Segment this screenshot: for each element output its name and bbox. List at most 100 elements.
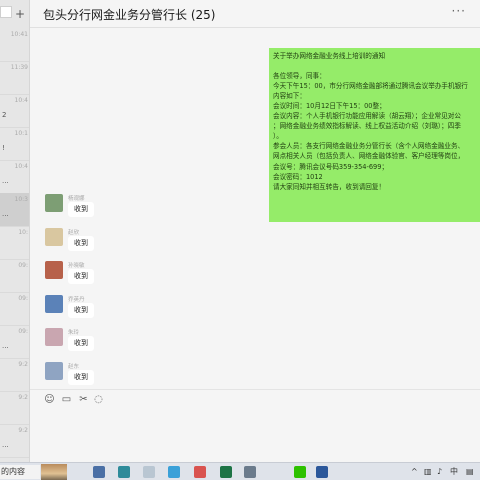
chat-list-item[interactable]: 09: <box>0 259 29 293</box>
chat-list-item[interactable]: 9:2... <box>0 424 29 458</box>
chat-list-time: 10:4 <box>14 163 28 170</box>
chat-list-item[interactable]: 10:4 2 <box>0 94 29 128</box>
chevron-up-icon[interactable]: ^ <box>411 466 418 478</box>
chat-list-snippet: ... <box>2 210 9 218</box>
chat-list-item[interactable]: 10:3... <box>0 193 29 227</box>
message-line: 关于举办网络金融业务线上培训的通知 <box>273 52 386 60</box>
message-line: ；网络金融业务绩效指标解读、线上权益活动介绍（刘璐）；四季 <box>273 122 461 131</box>
chat-list-time: 09: <box>18 295 28 302</box>
incoming-message: 杨观娜 收到 <box>45 194 185 226</box>
message-line: 今天下午15：00，市分行网络金融部将通过腾讯会议举办手机银行 <box>273 82 468 91</box>
message-line: 会议时间：10月12日下午15：00整； <box>273 102 386 111</box>
chat-list-snippet: ... <box>2 342 9 350</box>
calculator-icon[interactable] <box>93 466 105 478</box>
photos-icon[interactable] <box>118 466 130 478</box>
chat-bubble-icon[interactable]: ◌ <box>92 393 105 406</box>
message-input[interactable] <box>30 409 480 462</box>
chat-list-time: 09: <box>18 262 28 269</box>
message-line: 参会人员：各支行网络金融业务分管行长（含个人网络金融业务、 <box>273 142 465 151</box>
word-icon[interactable] <box>316 466 328 478</box>
more-horizontal-icon[interactable]: ··· <box>452 4 466 18</box>
chat-list-item[interactable]: 09:... <box>0 325 29 359</box>
chat-list-time: 10:1 <box>14 130 28 137</box>
volume-icon[interactable]: ♪ <box>437 466 442 478</box>
chat-list-item[interactable]: 11:39 <box>0 61 29 95</box>
media-icon[interactable] <box>194 466 206 478</box>
incoming-message-bubble[interactable]: 收到 <box>68 336 94 352</box>
incoming-message: 乔英丹 收到 <box>45 294 185 327</box>
chat-list-time: 11:39 <box>10 64 28 71</box>
chat-list-item[interactable]: 9:2 <box>0 358 29 392</box>
chat-list-time: 9:2 <box>18 394 28 401</box>
chat-list-time: 9:2 <box>18 361 28 368</box>
message-line: 会议号：腾讯会议号码359-354-699； <box>273 162 389 171</box>
message-line: 会议内容：个人手机银行功能应用解读（胡云翔）；企业常见对公 <box>273 112 461 121</box>
store-icon[interactable] <box>168 466 180 478</box>
sender-name: 孙晓敏 <box>68 263 85 270</box>
sender-name: 杨观娜 <box>68 196 85 202</box>
message-line: ）。 <box>273 132 283 141</box>
incoming-message-bubble[interactable]: 收到 <box>68 302 94 318</box>
chat-list-item[interactable]: 10:1! <box>0 127 29 161</box>
chat-list-snippet: 2 <box>2 111 7 119</box>
incoming-message-bubble[interactable]: 收到 <box>68 370 94 385</box>
incoming-message-bubble[interactable]: 收到 <box>68 235 94 251</box>
chat-list-time: 9:2 <box>18 427 28 434</box>
chat-list-item[interactable]: 10:4... <box>0 160 29 194</box>
avatar[interactable] <box>45 362 63 380</box>
chat-header: 包头分行网金业务分管行长 (25) ··· <box>30 0 480 28</box>
wechat-icon[interactable] <box>294 466 306 478</box>
avatar[interactable] <box>45 328 63 347</box>
plus-icon[interactable]: + <box>14 8 26 20</box>
chat-list-snippet: ... <box>2 177 9 185</box>
chat-list: + 10:41 11:39 10:4 2 10:1! 10:4... 10:3... 10: 0… <box>0 0 30 462</box>
ime-icon[interactable]: 中 <box>450 466 458 478</box>
chat-messages: 关于举办网络金融业务线上培训的通知 各位领导，同事： 今天下午15：00，市分行网络… <box>30 29 480 389</box>
message-line: 请大家同知并相互转告，收到请回复！ <box>273 182 386 191</box>
incoming-message: 赵欣 收到 <box>45 227 185 260</box>
incoming-message-bubble[interactable]: 收到 <box>68 202 94 217</box>
sender-name: 赵东 <box>68 364 80 370</box>
avatar[interactable] <box>45 194 63 212</box>
chat-list-time: 10: <box>18 229 28 236</box>
network-icon[interactable]: ▥ <box>424 466 432 478</box>
avatar[interactable] <box>45 294 63 313</box>
avatar[interactable] <box>45 261 63 280</box>
outgoing-message-bubble[interactable]: 关于举办网络金融业务线上培训的通知 各位领导，同事： 今天下午15：00，市分行网络… <box>269 48 480 222</box>
chat-list-snippet: ... <box>2 441 9 449</box>
settings-icon[interactable] <box>244 466 256 478</box>
chat-list-item[interactable]: 10: <box>0 226 29 260</box>
chat-list-time: 10:41 <box>10 31 28 38</box>
incoming-message: 朱玲 收到 <box>45 328 185 360</box>
emoji-icon[interactable]: ☺ <box>43 393 56 406</box>
folder-icon[interactable]: ▭ <box>60 393 73 406</box>
chat-list-item[interactable]: 09: <box>0 292 29 326</box>
chat-list-time: 10:4 <box>14 97 28 104</box>
message-line: 会议密码：1012 <box>273 172 323 181</box>
message-line: 网点相关人员（包括负责人、网络金融体验官、客户经理等岗位， <box>273 152 465 161</box>
message-line: 各位领导，同事： <box>273 72 326 81</box>
message-line <box>273 61 476 71</box>
message-line: 内容如下： <box>273 92 306 101</box>
wallpaper-thumbnail[interactable] <box>41 464 67 480</box>
chat-list-time: 10:3 <box>14 196 28 203</box>
avatar[interactable] <box>45 227 63 246</box>
taskbar-search-box[interactable]: 的内容 <box>0 465 40 479</box>
taskbar: 的内容 ^ ▥ ♪ 中 ▤ <box>0 462 480 480</box>
chat-title: 包头分行网金业务分管行长 (25) <box>43 8 216 22</box>
paint-icon[interactable] <box>143 466 155 478</box>
incoming-message: 孙晓敏 收到 <box>45 261 185 293</box>
sender-name: 赵欣 <box>68 229 80 236</box>
search-icon[interactable] <box>0 6 12 18</box>
message-toolbar: ☺ ▭ ✂ ◌ <box>30 389 480 409</box>
chat-list-time: 09: <box>18 328 28 335</box>
notification-icon[interactable]: ▤ <box>466 466 474 478</box>
chat-list-snippet: ! <box>2 144 5 152</box>
scissors-icon[interactable]: ✂ <box>77 393 90 406</box>
sender-name: 乔英丹 <box>68 296 85 303</box>
sender-name: 朱玲 <box>68 330 80 337</box>
excel-icon[interactable] <box>220 466 232 478</box>
chat-list-item[interactable]: 9:2 <box>0 391 29 425</box>
incoming-message-bubble[interactable]: 收到 <box>68 269 94 285</box>
chat-list-item[interactable]: 10:41 <box>0 28 29 62</box>
